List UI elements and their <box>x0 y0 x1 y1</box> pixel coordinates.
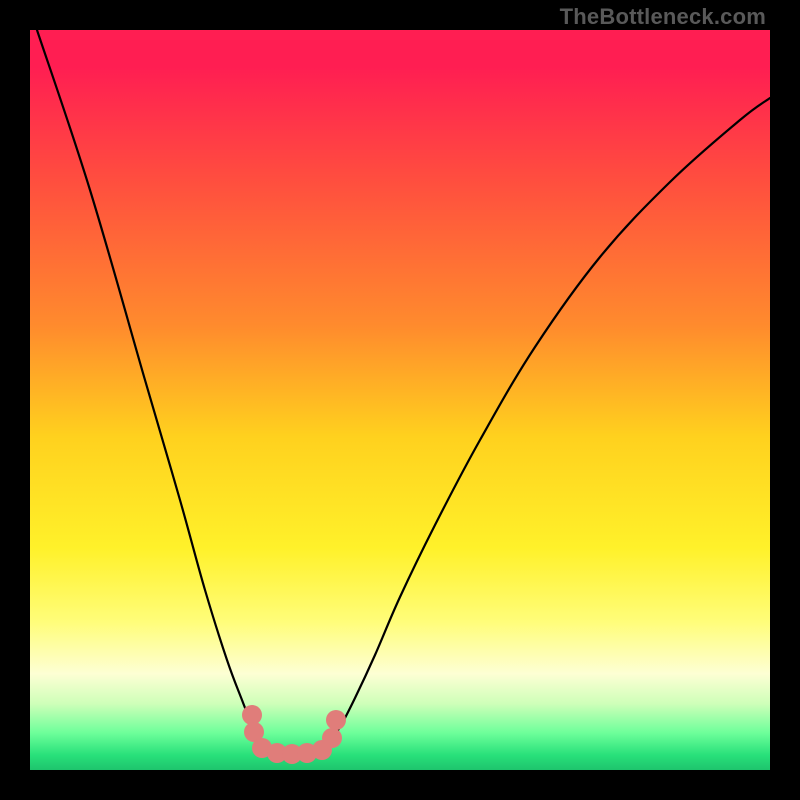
chart-plot-area <box>30 30 770 770</box>
watermark-text: TheBottleneck.com <box>560 4 766 30</box>
chart-background-gradient <box>30 30 770 770</box>
